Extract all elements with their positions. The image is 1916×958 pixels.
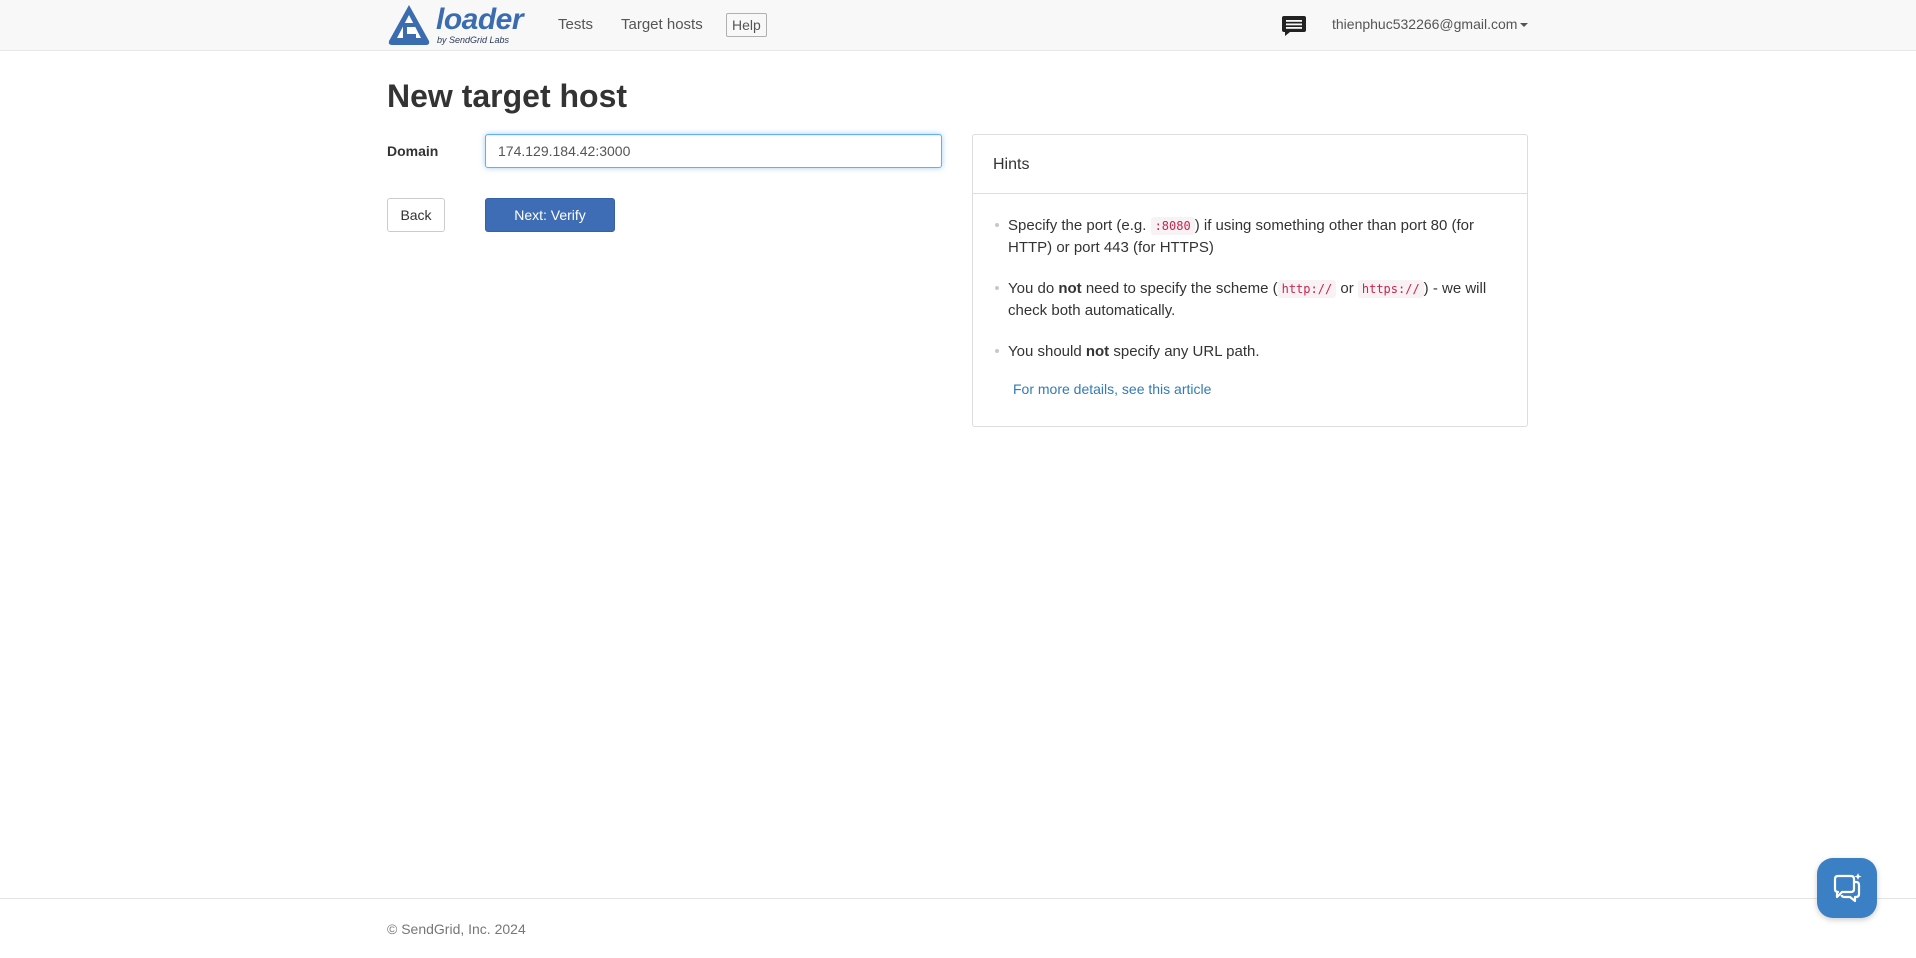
hint-scheme-or: or bbox=[1336, 280, 1358, 297]
chat-widget-icon bbox=[1833, 873, 1862, 903]
hint-path-post: specify any URL path. bbox=[1109, 343, 1260, 360]
next-verify-button[interactable]: Next: Verify bbox=[485, 198, 615, 232]
nav-tests[interactable]: Tests bbox=[558, 16, 593, 33]
hint-scheme-code-http: http:// bbox=[1277, 280, 1337, 298]
footer: © SendGrid, Inc. 2024 bbox=[0, 898, 1916, 958]
chat-bubble-icon[interactable] bbox=[1281, 15, 1307, 37]
hint-path-bold: not bbox=[1085, 343, 1110, 360]
footer-copyright: © SendGrid, Inc. 2024 bbox=[387, 921, 526, 937]
user-email: thienphuc532266@gmail.com bbox=[1332, 16, 1518, 32]
hint-port-pre: Specify the port (e.g. bbox=[1008, 217, 1151, 234]
hint-scheme-code-https: https:// bbox=[1357, 280, 1424, 298]
nav-help-button[interactable]: Help bbox=[726, 13, 767, 37]
loader-logo-icon bbox=[388, 5, 430, 45]
domain-label: Domain bbox=[387, 143, 439, 159]
hint-path: You should not specify any URL path. bbox=[993, 341, 1507, 362]
hint-scheme-bold: not bbox=[1058, 280, 1082, 297]
brand-text: loader by SendGrid Labs bbox=[436, 3, 524, 45]
user-menu-dropdown[interactable]: thienphuc532266@gmail.com bbox=[1332, 16, 1529, 32]
hint-scheme-pre: You do bbox=[1008, 280, 1059, 297]
brand-subtitle: by SendGrid Labs bbox=[437, 35, 510, 45]
hint-scheme-mid: need to specify the scheme ( bbox=[1081, 280, 1278, 297]
hint-scheme: You do not need to specify the scheme (h… bbox=[993, 278, 1507, 321]
caret-down-icon bbox=[1520, 23, 1529, 27]
hints-heading: Hints bbox=[973, 135, 1527, 194]
page-title: New target host bbox=[387, 78, 628, 114]
navbar: loader by SendGrid Labs Tests Target hos… bbox=[0, 0, 1916, 51]
more-details-link[interactable]: For more details, see this article bbox=[1013, 381, 1527, 397]
brand-link[interactable]: loader by SendGrid Labs bbox=[387, 2, 524, 48]
hints-panel: Hints Specify the port (e.g. :8080) if u… bbox=[972, 134, 1528, 427]
nav-target-hosts[interactable]: Target hosts bbox=[621, 16, 703, 33]
hint-port-code: :8080 bbox=[1150, 217, 1195, 235]
brand-name: loader bbox=[436, 3, 524, 36]
hints-list: Specify the port (e.g. :8080) if using s… bbox=[973, 194, 1527, 362]
chat-widget-button[interactable] bbox=[1817, 858, 1877, 918]
back-button[interactable]: Back bbox=[387, 198, 445, 232]
hint-path-pre: You should bbox=[1008, 343, 1086, 360]
hint-port: Specify the port (e.g. :8080) if using s… bbox=[993, 215, 1507, 258]
domain-input[interactable] bbox=[485, 134, 942, 168]
